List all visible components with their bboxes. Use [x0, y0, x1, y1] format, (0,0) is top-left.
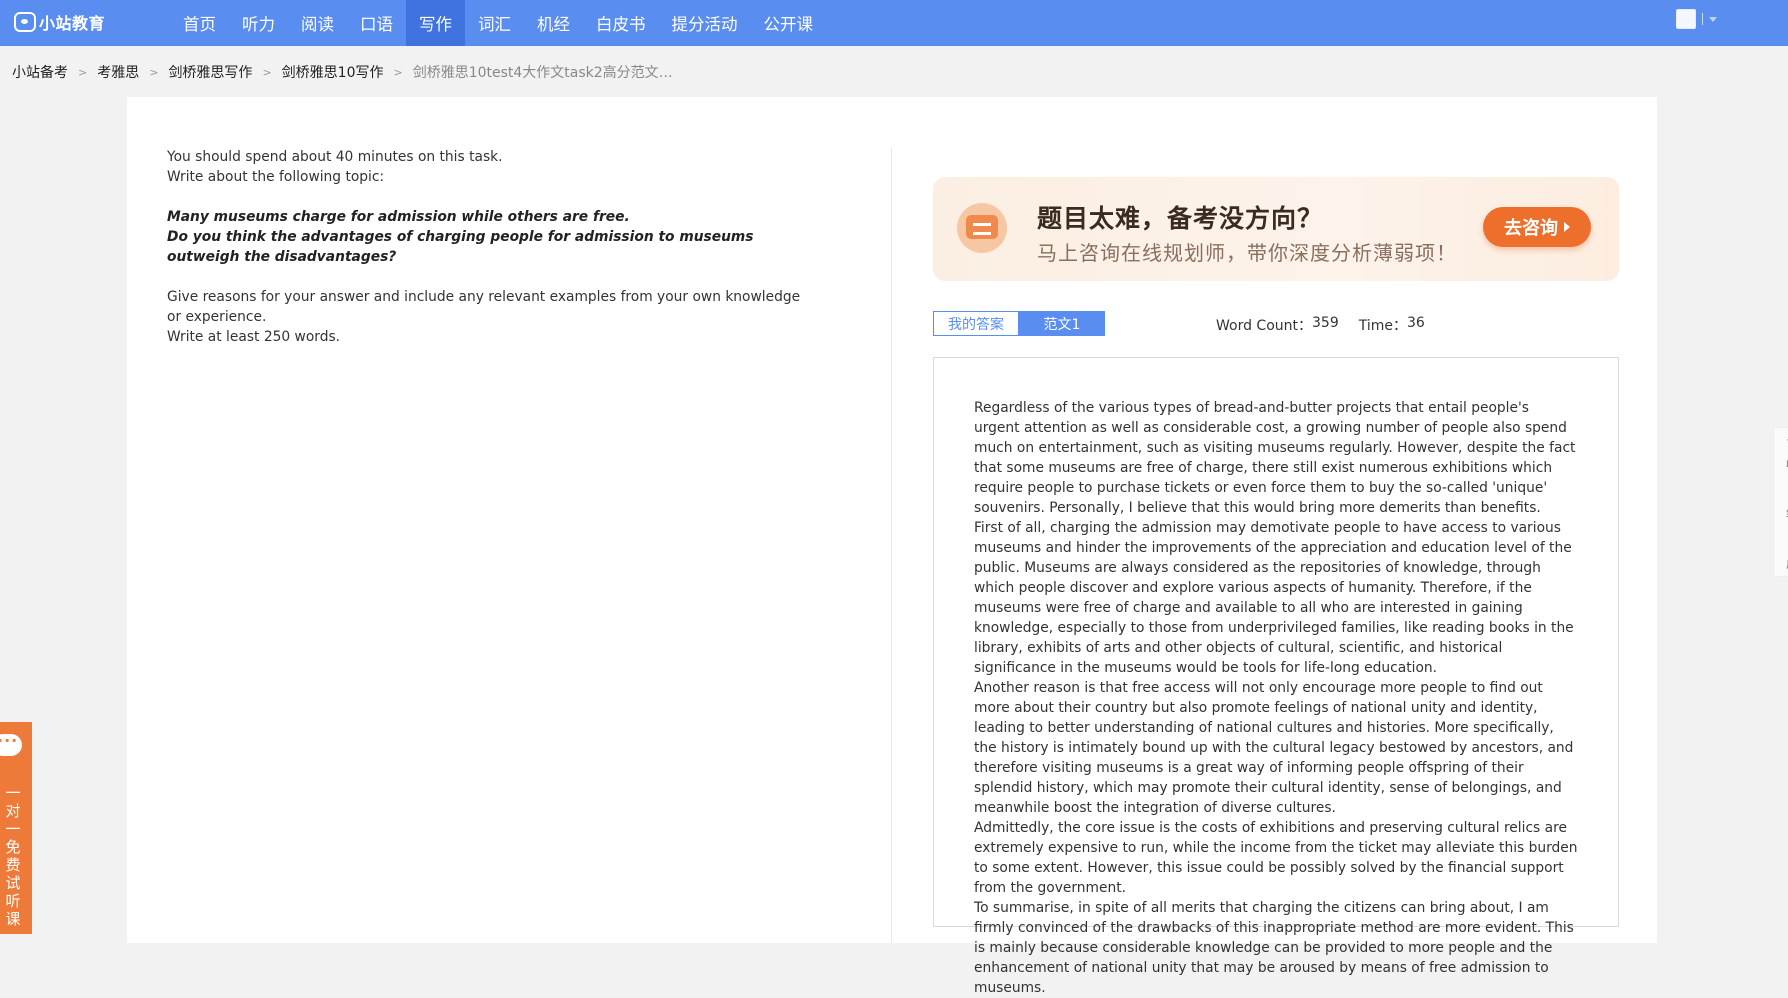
nav-listening[interactable]: 听力: [229, 0, 288, 46]
logo[interactable]: 小站教育: [14, 10, 105, 34]
nav-whitepaper[interactable]: 白皮书: [583, 0, 659, 46]
essay-paragraph: First of all, charging the admission may…: [974, 520, 1574, 676]
column-divider: [891, 147, 892, 943]
topic-question: Do you think the advantages of charging …: [167, 229, 754, 265]
breadcrumb-item[interactable]: 考雅思: [97, 62, 139, 82]
breadcrumb-item[interactable]: 剑桥雅思10写作: [282, 62, 384, 82]
breadcrumb: 小站备考 > 考雅思 > 剑桥雅思写作 > 剑桥雅思10写作 > 剑桥雅思10t…: [12, 62, 673, 82]
essay-paragraph: Regardless of the various types of bread…: [974, 400, 1576, 516]
consult-banner[interactable]: 题目太难，备考没方向？ 马上咨询在线规划师，带你深度分析薄弱项！ 去咨询: [933, 177, 1619, 281]
note-button[interactable]: 笔记: [1774, 482, 1788, 530]
play-arrow-icon: [1564, 222, 1570, 232]
consult-button-label: 去咨询: [1504, 218, 1558, 239]
logo-text: 小站教育: [39, 14, 106, 33]
prompt-line: Write about the following topic:: [167, 169, 385, 185]
word-count-value: 359: [1312, 315, 1339, 331]
nav-writing[interactable]: 写作: [406, 0, 465, 46]
breadcrumb-item[interactable]: 小站备考: [12, 62, 68, 82]
tab-sample-essay[interactable]: 范文1: [1019, 311, 1105, 336]
free-trial-text: 一对一免费试听课: [5, 784, 21, 928]
top-navbar: 小站教育 首页 听力 阅读 口语 写作 词汇 机经 白皮书 提分活动 公开课: [0, 0, 1788, 46]
chat-logo-icon: [957, 203, 1007, 253]
answer-tabs: 我的答案 范文1: [933, 311, 1105, 336]
prompt-line: Write at least 250 words.: [167, 329, 341, 345]
content-card: You should spend about 40 minutes on thi…: [127, 97, 1657, 996]
banner-title: 题目太难，备考没方向？: [1037, 204, 1324, 233]
consult-button[interactable]: 去咨询: [1483, 207, 1591, 247]
nav-open-class[interactable]: 公开课: [751, 0, 827, 46]
chat-bubble-icon: [0, 731, 22, 756]
breadcrumb-separator: >: [393, 65, 403, 79]
time-value: 36: [1407, 315, 1425, 331]
avatar[interactable]: [1676, 9, 1696, 29]
word-count-label: Word Count：: [1216, 318, 1313, 334]
essay-text: Regardless of the various types of bread…: [974, 398, 1578, 998]
breadcrumb-item[interactable]: 剑桥雅思写作: [168, 62, 252, 82]
nav-exam-recall[interactable]: 机经: [524, 0, 583, 46]
essay-paragraph: To summarise, in spite of all merits tha…: [974, 900, 1574, 996]
breadcrumb-separator: >: [149, 65, 159, 79]
task-prompt: You should spend about 40 minutes on thi…: [167, 147, 807, 347]
nav-vocabulary[interactable]: 词汇: [465, 0, 524, 46]
nav-reading[interactable]: 阅读: [288, 0, 347, 46]
user-divider: [1702, 13, 1703, 25]
tab-my-answer[interactable]: 我的答案: [933, 311, 1019, 336]
essay-paragraph: Admittedly, the core issue is the costs …: [974, 820, 1578, 896]
essay-box: Regardless of the various types of bread…: [933, 357, 1619, 996]
essay-stats: Word Count： 359 Time： 36: [1216, 315, 1425, 335]
nav-speaking[interactable]: 口语: [347, 0, 406, 46]
time-label: Time：: [1358, 318, 1408, 334]
prompt-line: You should spend about 40 minutes on thi…: [167, 149, 503, 165]
breadcrumb-separator: >: [262, 65, 272, 79]
free-trial-sidebar[interactable]: 一对一免费试听课: [0, 722, 32, 934]
topic-statement: Many museums charge for admission while …: [167, 209, 630, 225]
breadcrumb-separator: >: [78, 65, 88, 79]
chevron-down-icon[interactable]: [1709, 16, 1717, 22]
banner-subtitle: 马上咨询在线规划师，带你深度分析薄弱项！: [1037, 241, 1457, 265]
main-nav: 首页 听力 阅读 口语 写作 词汇 机经 白皮书 提分活动 公开课: [170, 0, 826, 46]
feedback-button[interactable]: 反馈: [1774, 532, 1788, 580]
nav-events[interactable]: 提分活动: [659, 0, 751, 46]
favorite-button[interactable]: 收藏: [1774, 432, 1788, 480]
prompt-line: Give reasons for your answer and include…: [167, 289, 801, 325]
logo-icon: [14, 12, 36, 32]
side-toolbar: 收藏 笔记 反馈: [1773, 427, 1788, 577]
essay-paragraph: Another reason is that free access will …: [974, 680, 1574, 816]
breadcrumb-current: 剑桥雅思10test4大作文task2高分范文…: [412, 65, 673, 81]
nav-home[interactable]: 首页: [170, 0, 229, 46]
user-menu[interactable]: [1676, 9, 1717, 29]
